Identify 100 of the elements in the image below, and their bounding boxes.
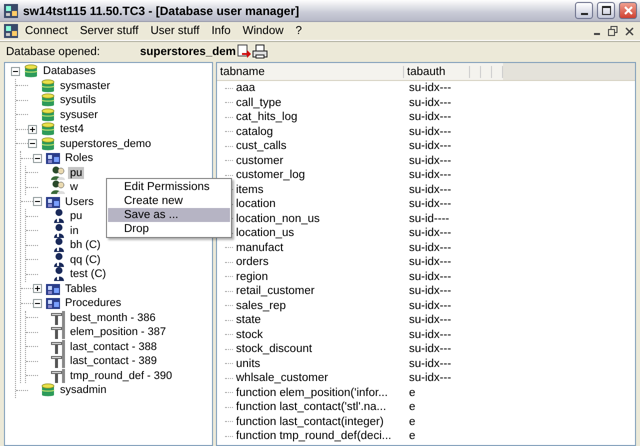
collapse-toggle[interactable]	[11, 66, 20, 76]
table-cell-text: su-idx---	[408, 328, 452, 341]
table-cell-text: region	[235, 270, 269, 283]
table-cell-text: su-idx---	[408, 96, 452, 109]
table-cell-text: e	[408, 401, 416, 414]
database-icon	[40, 78, 56, 94]
table-cell-text: function last_contact('stl'.na...	[235, 401, 388, 414]
column-header[interactable]: tabname	[217, 66, 404, 78]
table-cell-text: su-idx---	[408, 314, 452, 326]
table-cell-text: function last_contact(integer)	[235, 416, 385, 428]
tree-item[interactable]: qq (C)	[68, 254, 103, 266]
menu-item[interactable]: Window	[236, 25, 290, 37]
tree-item[interactable]: Databases	[41, 65, 98, 78]
database-label: Database opened:	[6, 46, 101, 58]
tree-item[interactable]: Tables	[63, 282, 99, 295]
database-name: superstores_dem	[140, 46, 236, 58]
table-cell-text: su-idx---	[408, 198, 452, 210]
expand-toggle[interactable]	[33, 284, 42, 294]
menu-item[interactable]: Drop	[108, 222, 230, 236]
table-cell-text: location	[235, 198, 277, 210]
table-cell-text: location_non_us	[235, 212, 321, 225]
column-header[interactable]: tabauth	[404, 66, 470, 78]
tree-item[interactable]: Procedures	[63, 297, 124, 310]
procedure-icon	[50, 338, 66, 355]
app-icon	[3, 2, 19, 18]
database-icon	[40, 382, 56, 398]
database-icon	[23, 63, 39, 80]
tree-item[interactable]: last_contact - 388	[68, 340, 159, 353]
tree-item[interactable]: tmp_round_def - 390	[68, 370, 174, 382]
collapse-toggle[interactable]	[28, 139, 37, 148]
database-icon	[40, 136, 56, 152]
maximize-button[interactable]	[597, 2, 615, 19]
menu-item[interactable]: User stuff	[144, 25, 206, 37]
tree-item[interactable]: pu	[68, 166, 84, 179]
group-icon	[45, 150, 61, 166]
table-cell-text: su-idx---	[408, 343, 452, 356]
menu-item[interactable]: Create new	[108, 194, 230, 208]
database-icon	[40, 121, 56, 138]
procedure-icon	[50, 324, 66, 340]
table-cell-text: call_type	[235, 96, 282, 109]
tree-item[interactable]: test4	[58, 123, 86, 136]
table-cell-text: e	[408, 416, 416, 428]
tree-item[interactable]: sysmaster	[58, 80, 112, 92]
table-cell-text: e	[408, 386, 416, 399]
expand-toggle[interactable]	[28, 124, 37, 134]
table-cell-text: e	[408, 430, 416, 442]
tree-item[interactable]: in	[68, 224, 81, 237]
maximize-icon	[602, 6, 610, 15]
close-icon	[624, 6, 632, 15]
tree-item[interactable]: best_month - 386	[68, 312, 158, 324]
window-title: sw14tst115 11.50.TC3 - [Database user manager]	[23, 4, 300, 18]
table-cell-text: state	[235, 314, 262, 326]
tree-item[interactable]: sysadmin	[58, 384, 108, 396]
collapse-toggle[interactable]	[33, 154, 42, 163]
collapse-toggle[interactable]	[33, 197, 42, 206]
table-cell-text: su-idx---	[408, 140, 452, 152]
tree-item[interactable]: Users	[63, 196, 96, 208]
tree-item[interactable]: test (C)	[68, 268, 108, 280]
menu-item[interactable]: Edit Permissions	[108, 180, 230, 194]
collapse-toggle[interactable]	[33, 298, 42, 308]
table-cell-text: units	[235, 358, 262, 370]
table-cell-text: location_us	[235, 227, 296, 240]
tree-item[interactable]: pu	[68, 210, 84, 222]
export-icon[interactable]	[236, 44, 252, 60]
menu-item[interactable]: Connect	[19, 25, 74, 37]
tree-item[interactable]: Roles	[63, 152, 96, 164]
minimize-button[interactable]	[575, 2, 593, 19]
people-icon	[50, 164, 66, 181]
table-cell-text: whlsale_customer	[235, 372, 330, 384]
print-icon[interactable]	[252, 44, 268, 60]
table-cell-text: manufact	[235, 242, 284, 254]
restore-icon	[608, 26, 618, 36]
table-cell-text: function tmp_round_def(deci...	[235, 430, 392, 442]
table-cell-text: su-idx---	[408, 300, 452, 312]
tree-item[interactable]: sysuser	[58, 108, 100, 121]
close-icon	[624, 26, 634, 36]
table-cell-text: su-idx---	[408, 154, 452, 167]
table-cell-text: stock_discount	[235, 343, 314, 356]
procedure-icon	[50, 368, 66, 384]
table-cell-text: su-idx---	[408, 169, 452, 182]
table-cell-text: customer_log	[235, 169, 306, 182]
table-cell-text: aaa	[235, 82, 256, 94]
tree-item[interactable]: bh (C)	[68, 239, 103, 252]
table-cell-text: su-idx---	[408, 184, 452, 196]
menu-item[interactable]: Save as ...	[108, 208, 230, 222]
menu-item[interactable]: Server stuff	[74, 25, 144, 37]
menu-item[interactable]: ?	[290, 25, 308, 37]
tree-item[interactable]: elem_position - 387	[68, 326, 168, 338]
tree-item[interactable]: superstores_demo	[58, 138, 154, 150]
tree-item[interactable]: w	[68, 181, 80, 194]
tree-item[interactable]: sysutils	[58, 94, 98, 106]
table-cell-text: sales_rep	[235, 300, 287, 312]
tree-item[interactable]: last_contact - 389	[68, 355, 159, 368]
document-icon	[3, 23, 19, 39]
table-cell-text: su-idx---	[408, 256, 452, 268]
menu-item[interactable]: Info	[205, 25, 237, 37]
procedure-icon	[50, 310, 66, 326]
table-cell-text: su-idx---	[408, 126, 452, 138]
close-button[interactable]	[619, 2, 637, 19]
table-cell-text: su-idx---	[408, 111, 452, 124]
